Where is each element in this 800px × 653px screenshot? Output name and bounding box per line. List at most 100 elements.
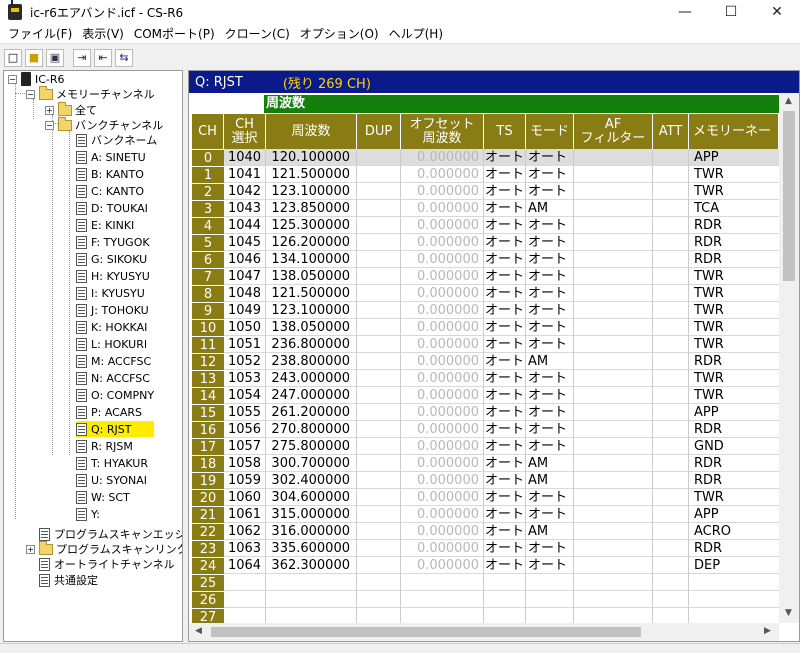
tree-all[interactable]: + 全て [45,101,97,118]
cell-ch-select[interactable]: 1042 [224,183,266,200]
cell-frequency[interactable] [266,574,357,591]
cell-mode[interactable]: オート [526,166,574,183]
read-from-radio-icon[interactable]: ⇥ [73,48,91,67]
cell-mode[interactable]: オート [526,540,574,557]
horizontal-scroll-thumb[interactable] [211,627,641,637]
table-row[interactable]: 1053 243.000000 0.000000 オート オート TWR [224,370,779,387]
cell-memory-name[interactable]: RDR [689,540,779,557]
channel-number[interactable]: 0 [192,149,224,166]
cell-att[interactable] [653,370,689,387]
cell-dup[interactable] [357,217,401,234]
channel-number[interactable]: 1 [192,166,224,183]
cell-frequency[interactable]: 243.000000 [266,370,357,387]
cell-dup[interactable] [357,591,401,608]
cell-offset[interactable]: 0.000000 [401,234,484,251]
cell-dup[interactable] [357,234,401,251]
cell-af-filter[interactable] [574,455,653,472]
cell-dup[interactable] [357,557,401,574]
cell-memory-name[interactable]: DEP [689,557,779,574]
cell-mode[interactable]: オート [526,506,574,523]
cell-af-filter[interactable] [574,149,653,166]
tree-bank-item[interactable]: D: TOUKAI [76,200,148,216]
cell-offset[interactable]: 0.000000 [401,421,484,438]
cell-af-filter[interactable] [574,421,653,438]
cell-mode[interactable]: オート [526,251,574,268]
col-att[interactable]: ATT [653,114,689,149]
collapse-icon[interactable]: − [45,120,54,130]
cell-memory-name[interactable]: RDR [689,217,779,234]
cell-mode[interactable]: オート [526,268,574,285]
cell-ch-select[interactable]: 1040 [224,149,266,166]
tree-auto-write-channel[interactable]: オートライトチャンネル [39,556,175,572]
channel-number[interactable]: 18 [192,455,224,472]
vertical-scroll-thumb[interactable] [783,111,795,281]
cell-ts[interactable]: オート [484,387,526,404]
cell-ch-select[interactable]: 1057 [224,438,266,455]
cell-offset[interactable]: 0.000000 [401,370,484,387]
col-ts[interactable]: TS [484,114,526,149]
channel-number[interactable]: 25 [192,574,224,591]
cell-dup[interactable] [357,268,401,285]
cell-dup[interactable] [357,421,401,438]
channel-number[interactable]: 6 [192,251,224,268]
table-row[interactable]: 1055 261.200000 0.000000 オート オート APP [224,404,779,421]
menu-view[interactable]: 表示(V) [78,25,128,42]
cell-dup[interactable] [357,251,401,268]
cell-dup[interactable] [357,387,401,404]
tree-program-scan-edge[interactable]: プログラムスキャンエッジ [39,526,182,542]
cell-ch-select[interactable]: 1060 [224,489,266,506]
menu-clone[interactable]: クローン(C) [221,25,294,42]
cell-att[interactable] [653,285,689,302]
cell-ts[interactable]: オート [484,319,526,336]
cell-frequency[interactable]: 121.500000 [266,166,357,183]
table-row[interactable]: 1051 236.800000 0.000000 オート オート TWR [224,336,779,353]
tree-bank-item-selected[interactable]: Q: RJST [76,421,154,437]
cell-ch-select[interactable]: 1053 [224,370,266,387]
cell-mode[interactable]: オート [526,336,574,353]
cell-ch-select[interactable]: 1049 [224,302,266,319]
write-to-radio-icon[interactable]: ⇤ [94,48,112,67]
cell-memory-name[interactable]: APP [689,506,779,523]
cell-af-filter[interactable] [574,540,653,557]
table-row[interactable]: 1045 126.200000 0.000000 オート オート RDR [224,234,779,251]
cell-ts[interactable] [484,591,526,608]
table-row[interactable]: 1048 121.500000 0.000000 オート オート TWR [224,285,779,302]
cell-frequency[interactable]: 335.600000 [266,540,357,557]
cell-memory-name[interactable]: RDR [689,234,779,251]
cell-dup[interactable] [357,200,401,217]
table-row[interactable]: 1052 238.800000 0.000000 オート AM RDR [224,353,779,370]
cell-frequency[interactable]: 236.800000 [266,336,357,353]
cell-mode[interactable]: オート [526,285,574,302]
cell-att[interactable] [653,591,689,608]
open-folder-icon[interactable]: ■ [25,48,43,67]
channel-number[interactable]: 23 [192,540,224,557]
cell-frequency[interactable]: 121.500000 [266,285,357,302]
cell-att[interactable] [653,421,689,438]
cell-ts[interactable]: オート [484,268,526,285]
cell-dup[interactable] [357,285,401,302]
cell-af-filter[interactable] [574,302,653,319]
cell-dup[interactable] [357,166,401,183]
cell-dup[interactable] [357,302,401,319]
cell-dup[interactable] [357,319,401,336]
cell-att[interactable] [653,353,689,370]
cell-memory-name[interactable]: RDR [689,421,779,438]
table-row[interactable]: 1059 302.400000 0.000000 オート AM RDR [224,472,779,489]
cell-att[interactable] [653,523,689,540]
cell-offset[interactable] [401,591,484,608]
cell-ts[interactable]: オート [484,557,526,574]
channel-number[interactable]: 12 [192,353,224,370]
channel-number[interactable]: 7 [192,268,224,285]
cell-att[interactable] [653,540,689,557]
cell-af-filter[interactable] [574,438,653,455]
table-row[interactable]: 1050 138.050000 0.000000 オート オート TWR [224,319,779,336]
cell-af-filter[interactable] [574,387,653,404]
cell-offset[interactable]: 0.000000 [401,336,484,353]
cell-offset[interactable]: 0.000000 [401,200,484,217]
cell-af-filter[interactable] [574,200,653,217]
cell-offset[interactable]: 0.000000 [401,523,484,540]
cell-frequency[interactable]: 316.000000 [266,523,357,540]
cell-offset[interactable]: 0.000000 [401,404,484,421]
tree-bank-item[interactable]: W: SCT [76,489,130,505]
cell-memory-name[interactable]: TWR [689,336,779,353]
